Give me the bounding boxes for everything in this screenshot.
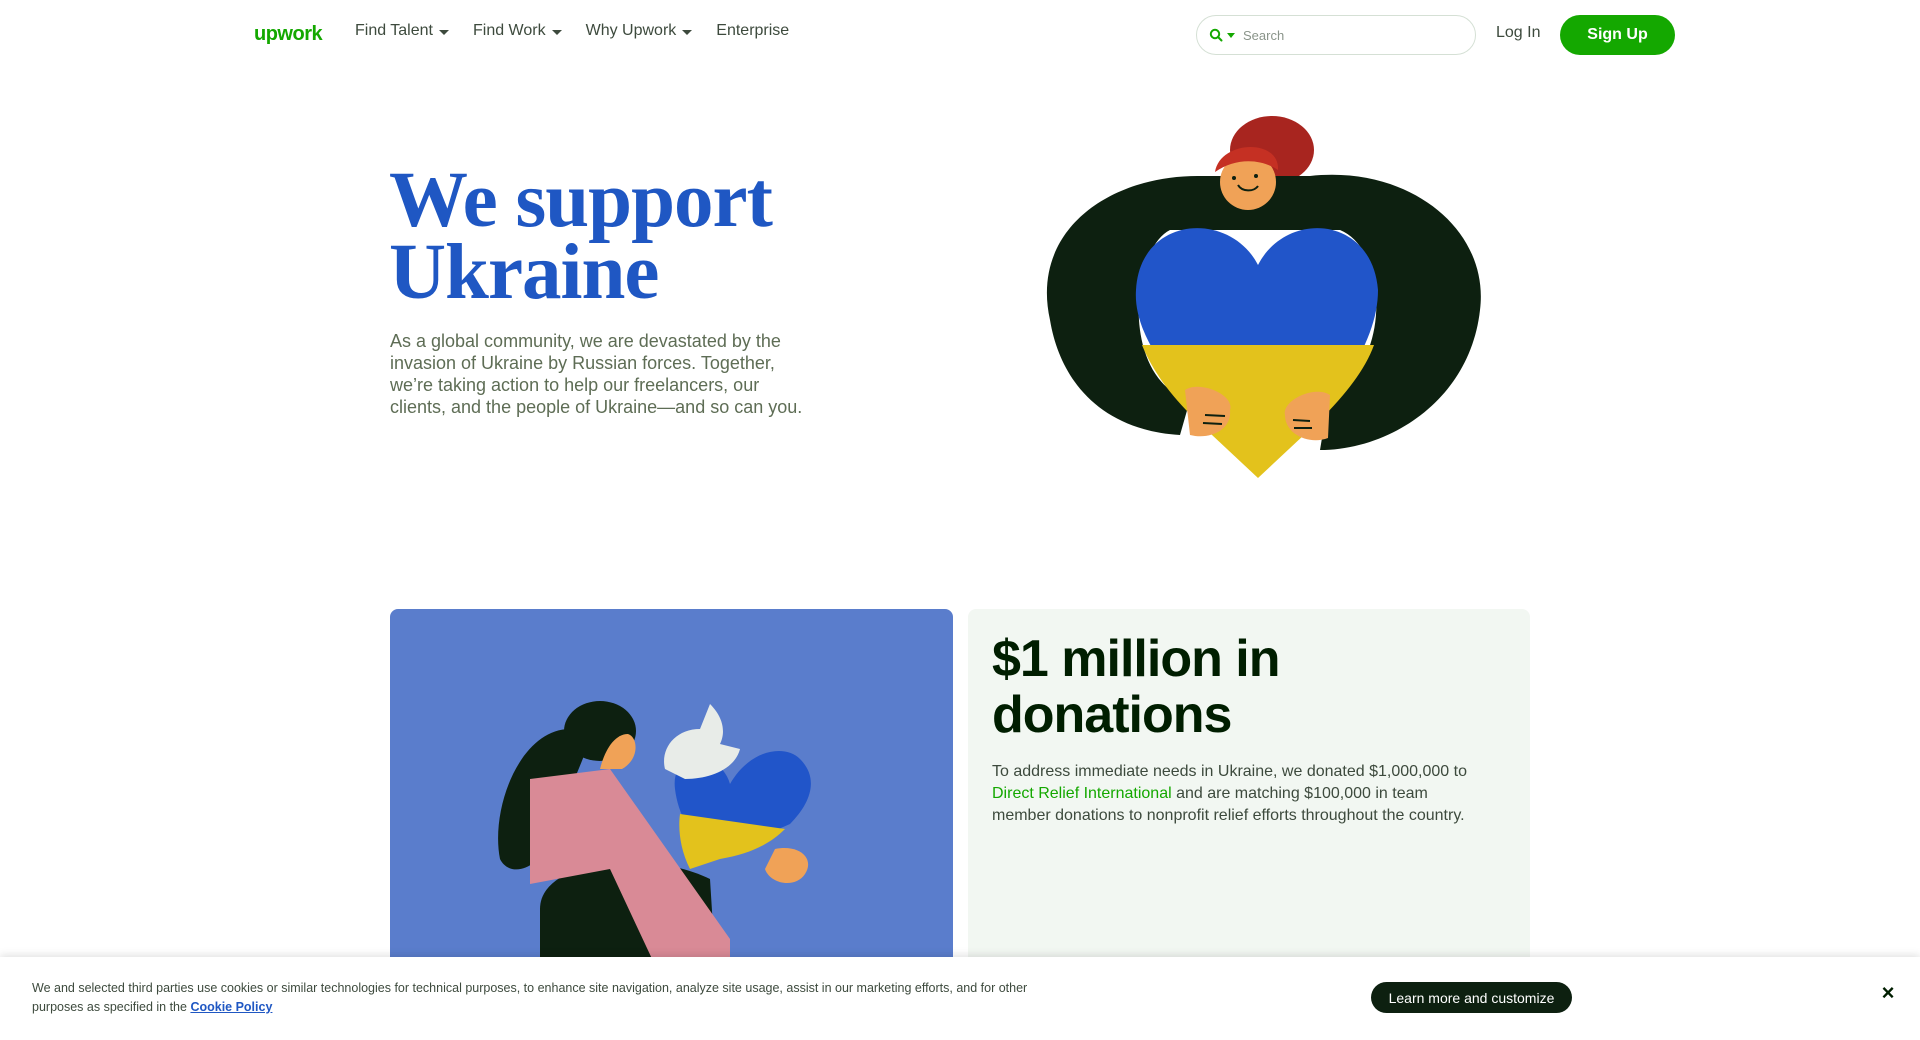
- donations-text: To address immediate needs in Ukraine, w…: [992, 761, 1472, 827]
- chevron-down-icon: [551, 29, 562, 35]
- hero-description: As a global community, we are devastated…: [390, 331, 803, 417]
- signup-button[interactable]: Sign Up: [1560, 15, 1675, 55]
- chevron-down-icon: [438, 29, 449, 35]
- cookie-text-body: We and selected third parties use cookie…: [32, 981, 1028, 1014]
- search-icon[interactable]: [1209, 28, 1223, 42]
- nav-find-work-label: Find Work: [472, 22, 546, 39]
- upwork-logo[interactable]: upwork: [254, 20, 338, 50]
- ukraine-heart-hug-illustration: [1046, 116, 1481, 478]
- cookie-text: We and selected third parties use cookie…: [32, 979, 1072, 1017]
- search-type-chevron-icon[interactable]: [1227, 32, 1235, 38]
- search-input[interactable]: [1243, 27, 1443, 43]
- nav-find-work[interactable]: Find Work: [473, 22, 562, 40]
- nav-why-upwork-label: Why Upwork: [585, 22, 677, 39]
- chevron-down-icon: [682, 29, 693, 35]
- nav-enterprise[interactable]: Enterprise: [716, 22, 789, 40]
- cookie-policy-link[interactable]: Cookie Policy: [190, 1000, 272, 1014]
- hero-title: We support Ukraine: [389, 161, 859, 312]
- nav-enterprise-label: Enterprise: [716, 22, 790, 39]
- search-box[interactable]: [1196, 15, 1476, 55]
- cookie-banner: We and selected third parties use cookie…: [0, 957, 1920, 1040]
- main-nav: Find Talent Find Work Why Upwork Enterpr…: [355, 22, 813, 40]
- nav-find-talent-label: Find Talent: [355, 22, 433, 39]
- hero-title-line2: Ukraine: [389, 229, 659, 316]
- login-link[interactable]: Log In: [1496, 24, 1540, 42]
- svg-text:upwork: upwork: [254, 23, 323, 45]
- nav-why-upwork[interactable]: Why Upwork: [586, 22, 693, 40]
- close-icon[interactable]: ×: [1878, 982, 1898, 1004]
- direct-relief-link[interactable]: Direct Relief International: [992, 785, 1172, 802]
- site-header: upwork Find Talent Find Work Why Upwork …: [0, 0, 1920, 70]
- donations-title: $1 million in donations: [992, 630, 1281, 744]
- donations-text-before: To address immediate needs in Ukraine, w…: [992, 763, 1467, 780]
- learn-more-customize-button[interactable]: Learn more and customize: [1371, 982, 1572, 1013]
- nav-find-talent[interactable]: Find Talent: [355, 22, 449, 40]
